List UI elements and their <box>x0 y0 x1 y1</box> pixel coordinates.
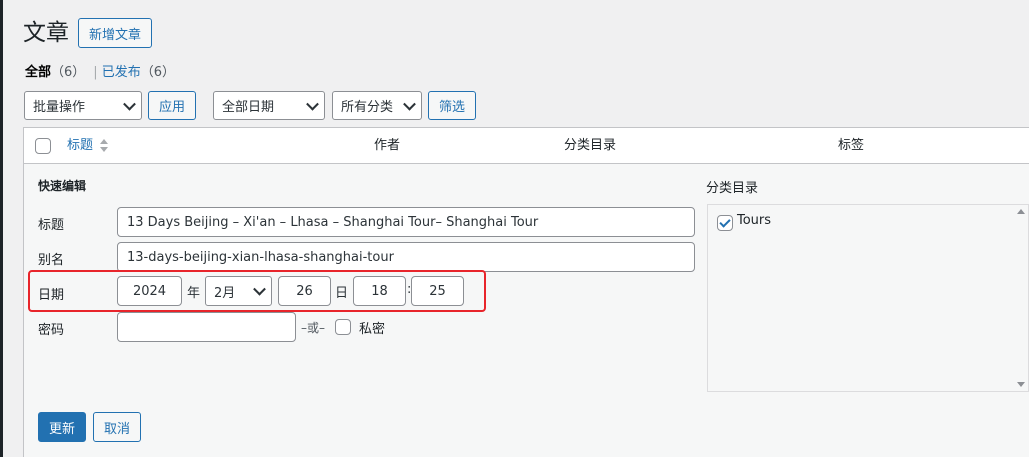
day-unit: 日 <box>335 286 349 301</box>
month-select[interactable]: 2月 <box>205 276 272 306</box>
posts-table-header: 标题 作者 分类目录 标签 <box>23 127 1029 164</box>
add-new-post-button[interactable]: 新增文章 <box>78 18 152 48</box>
column-title[interactable]: 标题 <box>67 137 93 155</box>
chevron-down-icon <box>403 97 416 111</box>
category-scrollbar[interactable] <box>1013 205 1028 391</box>
chevron-down-icon <box>123 97 136 111</box>
quick-edit-panel: 快速编辑 标题 13 Days Beijing – Xi'an – Lhasa … <box>23 164 1029 457</box>
year-input[interactable]: 2024 <box>117 276 182 306</box>
date-label: 日期 <box>38 288 65 303</box>
tours-label: Tours <box>737 213 772 228</box>
admin-menu-edge <box>0 0 3 457</box>
view-separator: | <box>93 65 98 80</box>
category-filter-select[interactable]: 所有分类 <box>332 91 422 120</box>
categories-heading: 分类目录 <box>706 181 759 196</box>
title-input[interactable]: 13 Days Beijing – Xi'an – Lhasa – Shangh… <box>117 207 695 237</box>
cancel-button[interactable]: 取消 <box>93 412 141 442</box>
password-input[interactable] <box>117 312 296 342</box>
date-filter-select[interactable]: 全部日期 <box>213 91 325 120</box>
chevron-down-icon <box>306 97 319 111</box>
select-all-checkbox[interactable] <box>35 138 51 154</box>
filter-button[interactable]: 筛选 <box>428 91 476 120</box>
or-text: –或– <box>301 321 326 335</box>
bulk-actions-select[interactable]: 批量操作 <box>24 91 142 120</box>
private-checkbox[interactable] <box>335 319 351 335</box>
bulk-actions-value: 批量操作 <box>33 100 86 115</box>
category-filter-value: 所有分类 <box>341 100 394 115</box>
view-all-count: （6） <box>51 65 86 80</box>
minute-input[interactable]: 25 <box>411 276 464 306</box>
slug-label: 别名 <box>38 253 65 268</box>
checkmark-icon <box>719 216 731 228</box>
view-published-count: （6） <box>140 65 175 80</box>
category-checklist: Tours <box>707 204 1029 392</box>
title-label: 标题 <box>38 218 65 233</box>
column-author: 作者 <box>374 138 401 153</box>
column-tags: 标签 <box>838 138 865 153</box>
date-filter-value: 全部日期 <box>222 100 275 115</box>
view-all[interactable]: 全部 <box>25 65 51 80</box>
scroll-down-icon[interactable] <box>1017 382 1025 387</box>
post-status-views: 全部（6） | 已发布（6） <box>25 64 175 82</box>
scroll-up-icon[interactable] <box>1017 209 1025 214</box>
year-unit: 年 <box>187 286 201 301</box>
tours-checkbox[interactable] <box>717 215 733 231</box>
update-button[interactable]: 更新 <box>38 412 86 442</box>
password-label: 密码 <box>38 323 65 338</box>
apply-button[interactable]: 应用 <box>148 91 196 120</box>
chevron-down-icon <box>253 282 266 296</box>
view-published[interactable]: 已发布 <box>102 65 141 80</box>
column-categories: 分类目录 <box>564 138 617 153</box>
hour-input[interactable]: 18 <box>353 276 406 306</box>
private-label: 私密 <box>359 322 386 337</box>
month-value: 2月 <box>214 285 236 301</box>
page-title: 文章 <box>23 20 69 46</box>
day-input[interactable]: 26 <box>278 276 331 306</box>
quick-edit-heading: 快速编辑 <box>38 179 87 193</box>
sort-icon[interactable] <box>99 137 109 155</box>
slug-input[interactable]: 13-days-beijing-xian-lhasa-shanghai-tour <box>117 242 695 272</box>
